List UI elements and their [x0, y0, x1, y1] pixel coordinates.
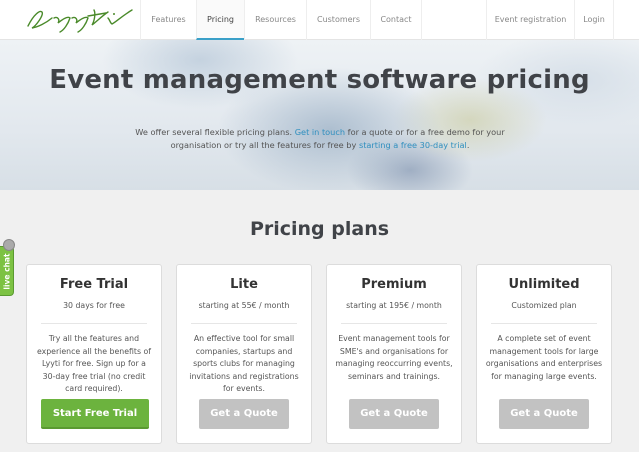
nav-features[interactable]: Features — [140, 0, 196, 40]
plan-description: Try all the features and experience all … — [36, 334, 152, 393]
live-chat-label: live chat — [2, 253, 12, 290]
live-chat-tab[interactable]: live chat — [0, 239, 15, 296]
nav-customers[interactable]: Customers — [306, 0, 370, 40]
nav-resources[interactable]: Resources — [244, 0, 306, 40]
plan-name: Premium — [361, 277, 427, 292]
divider — [191, 323, 297, 324]
plan-price: 30 days for free — [63, 301, 125, 310]
plan-name: Lite — [230, 277, 258, 292]
plan-price: starting at 195€ / month — [346, 301, 442, 310]
start-free-trial-button[interactable]: Start Free Trial — [41, 399, 149, 429]
hero-text-part: . — [466, 140, 470, 150]
plan-price: starting at 55€ / month — [198, 301, 290, 310]
free-trial-link[interactable]: starting a free 30-day trial — [359, 140, 467, 150]
plan-description: Event management tools for SME's and org… — [335, 334, 453, 381]
get-in-touch-link[interactable]: Get in touch — [295, 127, 345, 137]
get-quote-button-unlimited[interactable]: Get a Quote — [499, 399, 589, 429]
hero-intro: We offer several flexible pricing plans.… — [130, 126, 510, 152]
hero-banner: Event management software pricing We off… — [0, 40, 639, 190]
pricing-plans-heading: Pricing plans — [249, 218, 390, 240]
top-navbar: Features Pricing Resources Customers Con… — [0, 0, 639, 40]
divider — [341, 323, 447, 324]
nav-event-registration[interactable]: Event registration — [486, 0, 574, 40]
plan-name: Unlimited — [508, 277, 580, 292]
get-quote-button-premium[interactable]: Get a Quote — [349, 399, 439, 429]
plan-card-unlimited: Unlimited Customized plan A complete set… — [476, 264, 612, 444]
nav-pricing[interactable]: Pricing — [196, 0, 244, 40]
nav-contact[interactable]: Contact — [370, 0, 422, 40]
divider — [491, 323, 597, 324]
lyyti-logo[interactable] — [24, 4, 136, 34]
page-title: Event management software pricing — [49, 65, 590, 95]
plan-card-lite: Lite starting at 55€ / month An effectiv… — [176, 264, 312, 444]
plan-card-free-trial: Free Trial 30 days for free Try all the … — [26, 264, 162, 444]
nav-login[interactable]: Login — [574, 0, 614, 40]
get-quote-button-lite[interactable]: Get a Quote — [199, 399, 289, 429]
plan-description: A complete set of event management tools… — [485, 334, 603, 381]
divider — [41, 323, 147, 324]
hero-text-part: We offer several flexible pricing plans. — [135, 127, 295, 137]
plan-description: An effective tool for small companies, s… — [189, 334, 299, 393]
plan-card-premium: Premium starting at 195€ / month Event m… — [326, 264, 462, 444]
plan-name: Free Trial — [59, 277, 129, 292]
plan-price: Customized plan — [511, 301, 577, 310]
